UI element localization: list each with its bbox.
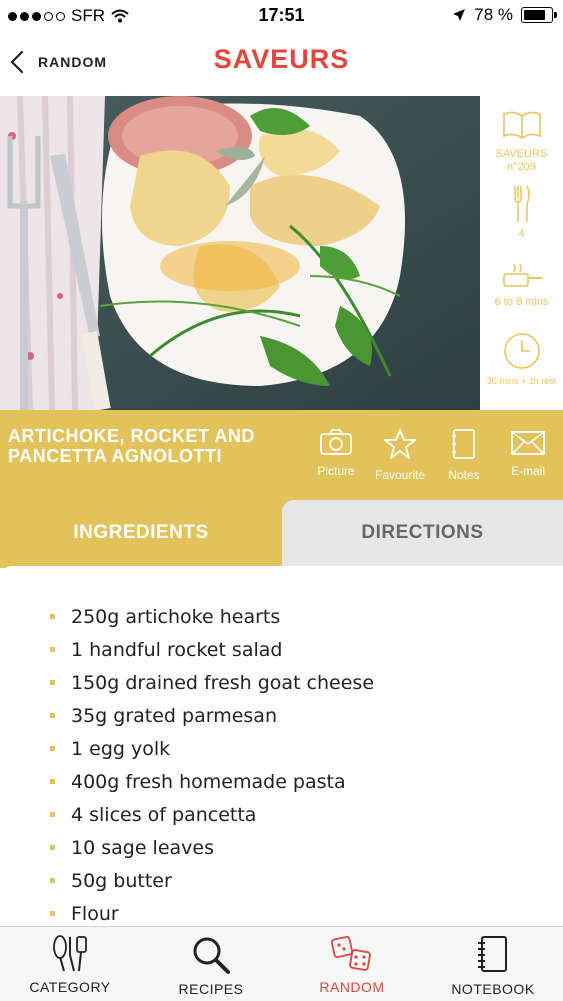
location-arrow-icon [453, 9, 466, 21]
pan-icon [502, 263, 542, 287]
ingredient-text: 4 slices of pancetta [71, 803, 257, 826]
list-item: 35g grated parmesan [50, 699, 374, 732]
picture-button[interactable]: Picture [307, 428, 365, 482]
tab-random[interactable]: RANDOM [282, 927, 422, 1001]
bullet [50, 845, 55, 850]
list-item: 250g artichoke hearts [50, 600, 374, 633]
servings-info: 4 [480, 184, 563, 241]
notes-label: Notes [448, 468, 480, 482]
cook-time-info: 6 to 8 mins [480, 262, 563, 309]
recipe-tabs: INGREDIENTS DIRECTIONS [0, 500, 563, 568]
magnifier-icon [193, 937, 230, 974]
bullet [50, 911, 55, 916]
navigation-bar: RANDOM SAVEURS [0, 32, 563, 96]
tab-ingredients[interactable]: INGREDIENTS [0, 500, 282, 566]
picture-label: Picture [317, 464, 355, 478]
book-icon [502, 111, 541, 139]
recipe-title: ARTICHOKE, ROCKET AND PANCETTA AGNOLOTTI [8, 426, 255, 466]
favourite-label: Favourite [374, 468, 426, 482]
servings-value: 4 [518, 228, 525, 240]
ingredient-text: 1 handful rocket salad [71, 638, 283, 661]
list-item: 400g fresh homemade pasta [50, 765, 374, 798]
tab-random-label: RANDOM [319, 979, 385, 995]
bullet [50, 647, 55, 652]
ingredient-text: 400g fresh homemade pasta [71, 770, 346, 793]
recipe-photo-illustration [0, 96, 480, 410]
bullet [50, 779, 55, 784]
notes-icon [452, 429, 475, 459]
bullet [50, 878, 55, 883]
email-icon [511, 431, 545, 455]
ingredient-text: 1 egg yolk [71, 737, 171, 760]
content-top-edge [0, 566, 563, 586]
favourite-button[interactable]: Favourite [371, 428, 429, 482]
list-item: 1 egg yolk [50, 732, 374, 765]
whisk-icon [53, 935, 87, 972]
camera-icon [320, 429, 352, 455]
star-icon [384, 429, 416, 459]
bullet [50, 812, 55, 817]
ingredient-text: Flour [71, 902, 119, 925]
notes-button[interactable]: Notes [435, 428, 493, 482]
tab-category-label: CATEGORY [29, 979, 111, 995]
dice-icon [331, 935, 371, 971]
list-item: 50g butter [50, 864, 374, 897]
magazine-label: SAVEURS n°209 [495, 148, 548, 173]
bottom-tab-bar: CATEGORY RECIPES RANDOM NOTEBOOK [0, 926, 563, 1001]
total-time-info: 30 mins + 1h rest [480, 332, 563, 387]
cook-time-value: 6 to 8 mins [494, 296, 549, 308]
ingredient-text: 50g butter [71, 869, 172, 892]
notebook-icon [478, 936, 507, 972]
tab-category[interactable]: CATEGORY [0, 927, 140, 1001]
list-item: 150g drained fresh goat cheese [50, 666, 374, 699]
clock-icon [503, 333, 540, 369]
bullet [50, 746, 55, 751]
email-button[interactable]: E-mail [499, 428, 557, 482]
ingredient-text: 150g drained fresh goat cheese [71, 671, 375, 694]
tab-recipes-label: RECIPES [178, 981, 244, 997]
list-item: 10 sage leaves [50, 831, 374, 864]
bullet [50, 713, 55, 718]
recipe-info-sidebar: SAVEURS n°209 4 6 to 8 mins 30 mins + 1h… [480, 96, 563, 410]
ingredient-text: 250g artichoke hearts [71, 605, 281, 628]
status-bar: SFR 17:51 78 % [0, 0, 563, 32]
recipe-photo[interactable] [0, 96, 480, 410]
tab-recipes[interactable]: RECIPES [141, 927, 281, 1001]
list-item: 4 slices of pancetta [50, 798, 374, 831]
tab-directions[interactable]: DIRECTIONS [282, 500, 563, 566]
battery-percent: 78 % [474, 5, 513, 24]
bullet [50, 614, 55, 619]
recipe-header-band: ARTICHOKE, ROCKET AND PANCETTA AGNOLOTTI… [0, 410, 563, 500]
recipe-actions: Picture Favourite Notes E-mail [307, 428, 557, 482]
tab-notebook[interactable]: NOTEBOOK [423, 927, 563, 1001]
bullet [50, 680, 55, 685]
ingredient-text: 10 sage leaves [71, 836, 214, 859]
tab-notebook-label: NOTEBOOK [451, 981, 535, 997]
list-item: 1 handful rocket salad [50, 633, 374, 666]
ingredients-list: 250g artichoke hearts 1 handful rocket s… [50, 600, 374, 930]
email-label: E-mail [510, 464, 545, 478]
ingredient-text: 35g grated parmesan [71, 704, 277, 727]
total-time-value: 30 mins + 1h rest [486, 376, 557, 386]
fork-knife-icon [513, 185, 530, 222]
magazine-info: SAVEURS n°209 [480, 110, 563, 174]
battery-icon [521, 7, 557, 23]
page-title: SAVEURS [213, 44, 350, 74]
